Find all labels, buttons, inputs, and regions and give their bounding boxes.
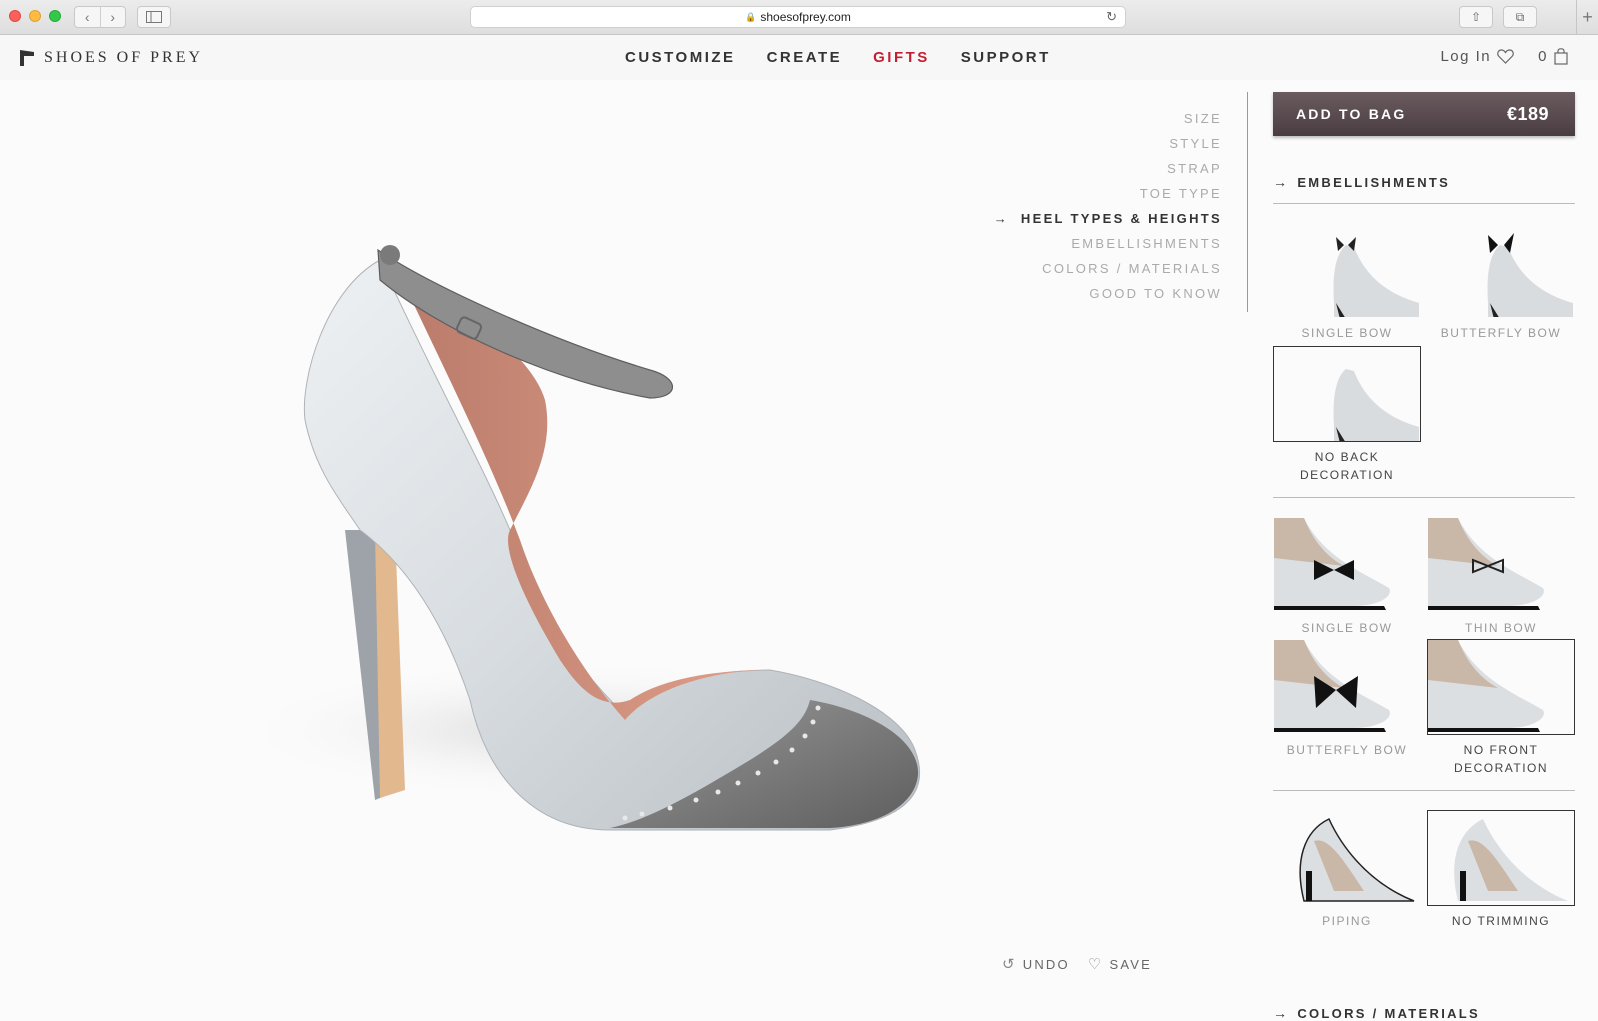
divider [1273,203,1575,204]
option-label: NO FRONT DECORATION [1453,743,1549,775]
option-front-butterfly-bow[interactable]: BUTTERFLY BOW [1273,639,1421,759]
heart-icon: ♡ [1087,956,1104,973]
step-good-to-know[interactable]: GOOD TO KNOW [994,281,1222,306]
minimize-window-button[interactable] [29,10,41,22]
undo-label: UNDO [1022,956,1070,972]
option-back-butterfly-bow[interactable]: BUTTERFLY BOW [1427,222,1575,342]
section-colors-materials[interactable]: → COLORS / MATERIALS [1273,1005,1480,1021]
step-heel-types[interactable]: → HEEL TYPES & HEIGHTS [994,206,1222,231]
new-tab-icon[interactable]: + [1576,0,1598,35]
nav-support[interactable]: SUPPORT [961,49,1051,66]
arrow-right-icon: → [993,211,1021,226]
next-section-title: COLORS / MATERIALS [1297,1005,1481,1021]
lock-icon: 🔒 [745,11,757,22]
thumb-no-front-decoration [1427,639,1575,735]
option-label: SINGLE BOW [1301,326,1393,340]
design-actions: ↺ UNDO ♡ SAVE [1002,955,1152,973]
step-strap[interactable]: STRAP [994,156,1222,181]
address-bar[interactable]: 🔒 shoesofprey.com ↻ [470,6,1126,28]
step-nav: SIZE STYLE STRAP TOE TYPE → HEEL TYPES &… [994,106,1222,306]
option-label: PIPING [1322,914,1372,928]
nav-create[interactable]: CREATE [767,49,843,66]
option-label: THIN BOW [1465,621,1537,635]
browser-toolbar: ‹ › 🔒 shoesofprey.com ↻ ⇧ ⧉ + [0,0,1598,35]
nav-gifts[interactable]: GIFTS [873,49,930,66]
add-to-bag-label: ADD TO BAG [1296,106,1407,122]
section-embellishments[interactable]: → EMBELLISHMENTS [1273,174,1450,190]
thumb-back-single-bow [1273,222,1421,318]
option-piping[interactable]: PIPING [1273,810,1421,930]
arrow-right-icon: → [1273,174,1290,190]
option-label: BUTTERFLY BOW [1286,743,1408,757]
main-nav: CUSTOMIZE CREATE GIFTS SUPPORT [625,49,1051,66]
thumb-piping [1273,810,1421,906]
bag-count: 0 [1538,48,1548,65]
heart-icon[interactable] [1497,49,1514,64]
thumb-front-thin-bow [1427,517,1575,613]
step-size[interactable]: SIZE [994,106,1222,131]
arrow-right-icon: → [1273,1005,1290,1021]
step-heel-types-label: HEEL TYPES & HEIGHTS [1020,211,1222,226]
section-title: EMBELLISHMENTS [1297,174,1451,190]
logo-icon [20,50,34,66]
designer-stage: SIZE STYLE STRAP TOE TYPE → HEEL TYPES &… [0,80,1248,1017]
option-no-trimming[interactable]: NO TRIMMING [1427,810,1575,930]
history-buttons: ‹ › [74,6,126,28]
step-embellishments[interactable]: EMBELLISHMENTS [994,231,1222,256]
thumb-no-trimming [1427,810,1575,906]
option-front-single-bow[interactable]: SINGLE BOW [1273,517,1421,637]
step-toe-type[interactable]: TOE TYPE [994,181,1222,206]
undo-icon: ↺ [1001,956,1017,973]
step-colors-materials[interactable]: COLORS / MATERIALS [994,256,1222,281]
zoom-window-button[interactable] [49,10,61,22]
brand-logo[interactable]: SHOES OF PREY [20,49,203,67]
option-no-back-decoration[interactable]: NO BACK DECORATION [1273,346,1421,484]
share-icon[interactable]: ⇧ [1459,6,1493,28]
save-button[interactable]: ♡ SAVE [1088,955,1152,973]
thumb-front-single-bow [1273,517,1421,613]
option-label: NO TRIMMING [1451,914,1551,928]
site-header: SHOES OF PREY CUSTOMIZE CREATE GIFTS SUP… [0,35,1598,80]
undo-button[interactable]: ↺ UNDO [1002,955,1070,973]
login-link[interactable]: Log In [1440,48,1491,65]
thumb-no-back-decoration [1273,346,1421,442]
url-text: shoesofprey.com [760,10,851,24]
divider [1273,790,1575,791]
option-front-thin-bow[interactable]: THIN BOW [1427,517,1575,637]
price: €189 [1506,103,1549,124]
bag-icon[interactable] [1554,48,1568,65]
thumb-back-butterfly-bow [1427,222,1575,318]
save-label: SAVE [1109,956,1152,972]
divider [1273,497,1575,498]
option-no-front-decoration[interactable]: NO FRONT DECORATION [1427,639,1575,777]
account-area: Log In 0 [1440,48,1568,65]
back-icon[interactable]: ‹ [75,7,101,27]
close-window-button[interactable] [9,10,21,22]
steps-divider [1247,92,1248,312]
shoe-preview[interactable] [230,230,950,870]
brand-name: SHOES OF PREY [44,49,204,66]
options-panel: ADD TO BAG €189 → EMBELLISHMENTS SINGLE … [1273,80,1575,1021]
step-style[interactable]: STYLE [994,131,1222,156]
nav-customize[interactable]: CUSTOMIZE [625,49,736,66]
reload-icon[interactable]: ↻ [1106,9,1117,25]
add-to-bag-button[interactable]: ADD TO BAG €189 [1273,92,1575,136]
thumb-front-butterfly-bow [1273,639,1421,735]
option-label: BUTTERFLY BOW [1440,326,1562,340]
sidebar-icon[interactable] [137,6,171,28]
option-label: NO BACK DECORATION [1299,450,1395,482]
option-back-single-bow[interactable]: SINGLE BOW [1273,222,1421,342]
option-label: SINGLE BOW [1301,621,1393,635]
tabs-icon[interactable]: ⧉ [1503,6,1537,28]
forward-icon[interactable]: › [101,7,126,27]
